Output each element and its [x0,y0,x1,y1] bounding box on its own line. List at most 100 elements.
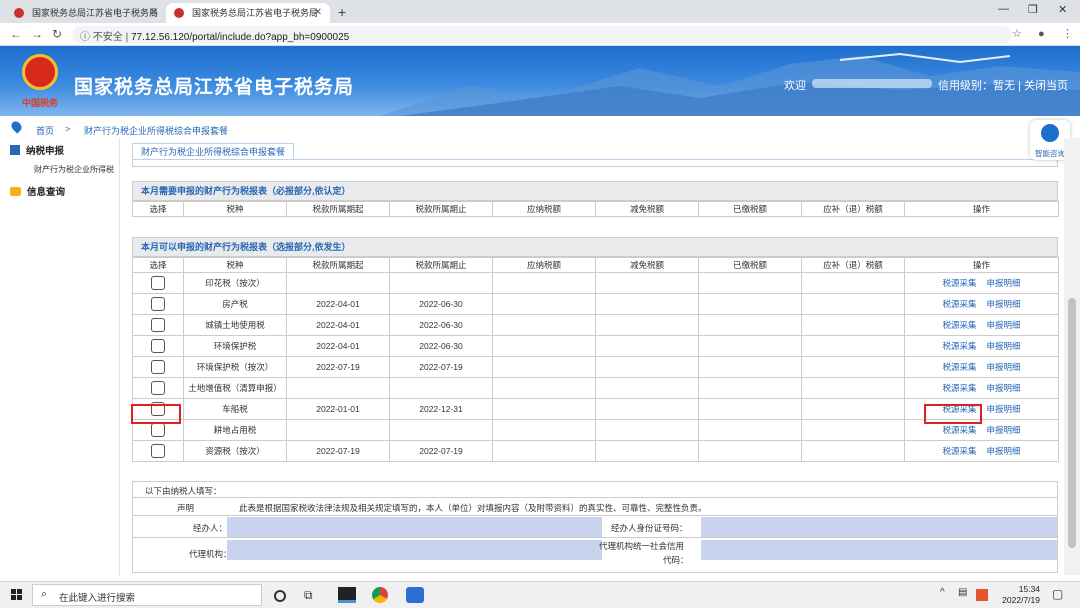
cortana-icon[interactable] [274,590,286,602]
scrollbar-thumb[interactable] [1068,298,1076,548]
period-end-cell: 2022-07-19 [389,356,493,378]
breadcrumb-separator: > [65,124,71,134]
filing-detail-link[interactable]: 申报明细 [987,446,1021,456]
browser-tab[interactable]: 国家税务总局江苏省电子税务局 ✕ [6,3,166,23]
emblem-caption: 中国税务 [22,99,59,109]
clock-time: 15:34 [1018,584,1040,594]
back-icon[interactable]: ← [10,27,22,41]
url-input[interactable]: ⓘ 不安全 | 77.12.56.120/portal/include.do?a… [72,26,1012,43]
close-window-icon[interactable]: ✕ [1058,3,1067,16]
collect-source-link[interactable]: 税源采集 [942,299,976,309]
windows-start-icon[interactable] [11,589,23,601]
period-start-cell [286,377,390,399]
row-checkbox[interactable] [151,360,165,374]
filing-detail-link[interactable]: 申报明细 [987,425,1021,435]
period-end-cell [389,272,493,294]
minimize-icon[interactable]: — [998,3,1009,15]
agency-code-input[interactable] [701,540,1057,560]
chrome-app-icon[interactable] [372,587,388,603]
clock-date: 2022/7/19 [1002,595,1040,605]
collect-source-link[interactable]: 税源采集 [942,278,976,288]
row-checkbox[interactable] [151,381,165,395]
chat-icon [10,187,21,196]
sidebar: 纳税申报 财产行为税企业所得税 信息查询 [0,138,120,575]
agency-input[interactable] [227,540,602,560]
handler-id-input[interactable] [701,517,1057,537]
forward-icon[interactable]: → [31,27,43,41]
wps-app-icon[interactable] [406,587,424,603]
maximize-icon[interactable]: ❐ [1028,3,1038,16]
taskbar-search-input[interactable]: ⌕ 在此键入进行搜索 [32,584,262,606]
profile-icon[interactable]: ● [1038,27,1045,41]
notification-icon[interactable]: ▢ [1052,587,1068,603]
filing-detail-link[interactable]: 申报明细 [987,341,1021,351]
filing-detail-link[interactable]: 申报明细 [987,383,1021,393]
handler-id-label: 经办人身份证号码： [611,523,688,533]
row-checkbox[interactable] [151,339,165,353]
close-tab-icon[interactable]: ✕ [150,3,158,23]
filing-detail-link[interactable]: 申报明细 [987,299,1021,309]
tax-type-cell: 房产税 [183,293,287,315]
filing-detail-link[interactable]: 申报明细 [987,362,1021,372]
column-header: 应纳税额 [492,201,596,217]
collect-source-link[interactable]: 税源采集 [942,320,976,330]
amount-cell [492,335,596,357]
select-cell [132,377,184,399]
redacted-user-name [812,79,932,88]
photos-app-icon[interactable] [338,587,356,603]
amount-cell [698,440,802,462]
agency-label: 代理机构： [189,549,232,559]
period-end-cell: 2022-06-30 [389,314,493,336]
filing-detail-link[interactable]: 申报明细 [987,320,1021,330]
tray-chevron-icon[interactable]: ^ [940,587,956,603]
tray-app-icon[interactable] [976,589,988,601]
content-tab[interactable]: 财产行为税企业所得税综合申报套餐 [132,143,294,160]
filing-detail-link[interactable]: 申报明细 [987,404,1021,414]
bookmark-star-icon[interactable]: ☆ [1012,27,1022,41]
location-pin-icon [9,119,24,134]
collect-source-link[interactable]: 税源采集 [942,446,976,456]
collect-source-link[interactable]: 税源采集 [942,383,976,393]
amount-cell [492,314,596,336]
welcome-text: 欢迎 [784,80,806,92]
breadcrumb-home[interactable]: 首页 [36,124,54,137]
close-page-link[interactable]: 关闭当页 [1024,80,1068,92]
sidebar-item-info-query[interactable]: 信息查询 [10,184,65,198]
row-checkbox[interactable] [151,276,165,290]
search-placeholder: 在此键入进行搜索 [59,593,136,604]
menu-icon[interactable]: ⋮ [1062,27,1073,41]
row-checkbox[interactable] [151,318,165,332]
action-cell: 税源采集 申报明细 [904,293,1059,315]
breadcrumb-current: 财产行为税企业所得税综合申报套餐 [84,126,229,136]
browser-tab-active[interactable]: 国家税务总局江苏省电子税务局 ✕ [166,3,330,23]
row-checkbox[interactable] [151,297,165,311]
handler-input[interactable] [227,517,602,537]
row-checkbox[interactable] [151,444,165,458]
declaration-intro: 以下由纳税人填写： [145,486,222,496]
reload-icon[interactable]: ↻ [52,27,62,41]
amount-cell [801,293,905,315]
period-start-cell: 2022-04-01 [286,293,390,315]
row-checkbox[interactable] [151,423,165,437]
filing-detail-link[interactable]: 申报明细 [987,278,1021,288]
amount-cell [801,377,905,399]
action-cell: 税源采集 申报明细 [904,377,1059,399]
collect-source-link[interactable]: 税源采集 [942,362,976,372]
column-header: 应纳税额 [492,257,596,273]
sidebar-item-tax-filing[interactable]: 纳税申报 [10,143,64,157]
column-header: 已缴税额 [698,257,802,273]
close-tab-icon[interactable]: ✕ [314,3,322,23]
select-cell [132,440,184,462]
table-row: 车船税 2022-01-01 2022-12-31 税源采集 申报明细 [132,398,1059,420]
collect-source-link[interactable]: 税源采集 [942,341,976,351]
new-tab-icon[interactable]: + [338,3,346,21]
vertical-scrollbar[interactable] [1064,138,1080,575]
taskbar-clock[interactable]: 15:34 2022/7/19 [996,584,1040,606]
tab-title: 国家税务总局江苏省电子税务局 [32,8,159,18]
task-view-icon[interactable]: ⧉ [304,587,320,603]
network-icon[interactable]: ▤ [958,587,974,603]
column-header: 选择 [132,257,184,273]
period-end-cell: 2022-07-19 [389,440,493,462]
sidebar-subitem[interactable]: 财产行为税企业所得税 [34,164,114,175]
collect-source-link[interactable]: 税源采集 [942,425,976,435]
